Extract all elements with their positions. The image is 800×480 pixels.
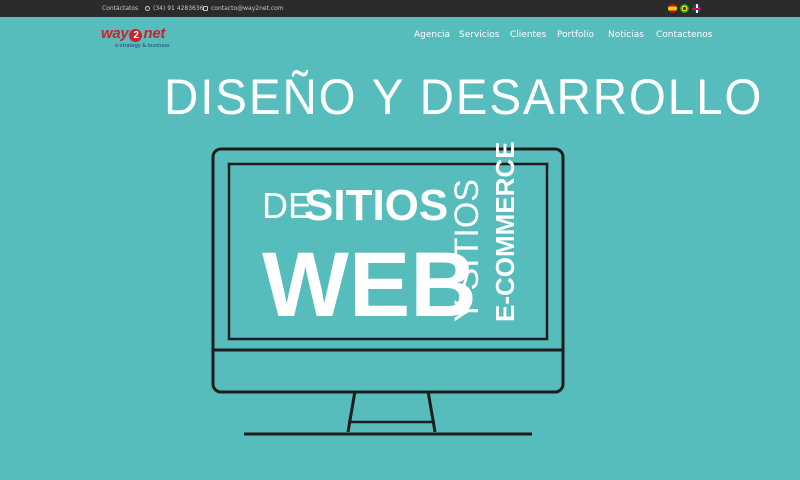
screen-ecommerce: E-COMMERCE: [490, 141, 520, 322]
monitor-stand: [346, 390, 437, 433]
screen-web: WEB: [262, 234, 477, 336]
screen-y-sitios: Y SITIOS: [448, 179, 486, 322]
monitor-illustration: DE SITIOS WEB Y SITIOS E-COMMERCE: [211, 141, 565, 436]
screen-sitios: SITIOS: [304, 181, 448, 230]
